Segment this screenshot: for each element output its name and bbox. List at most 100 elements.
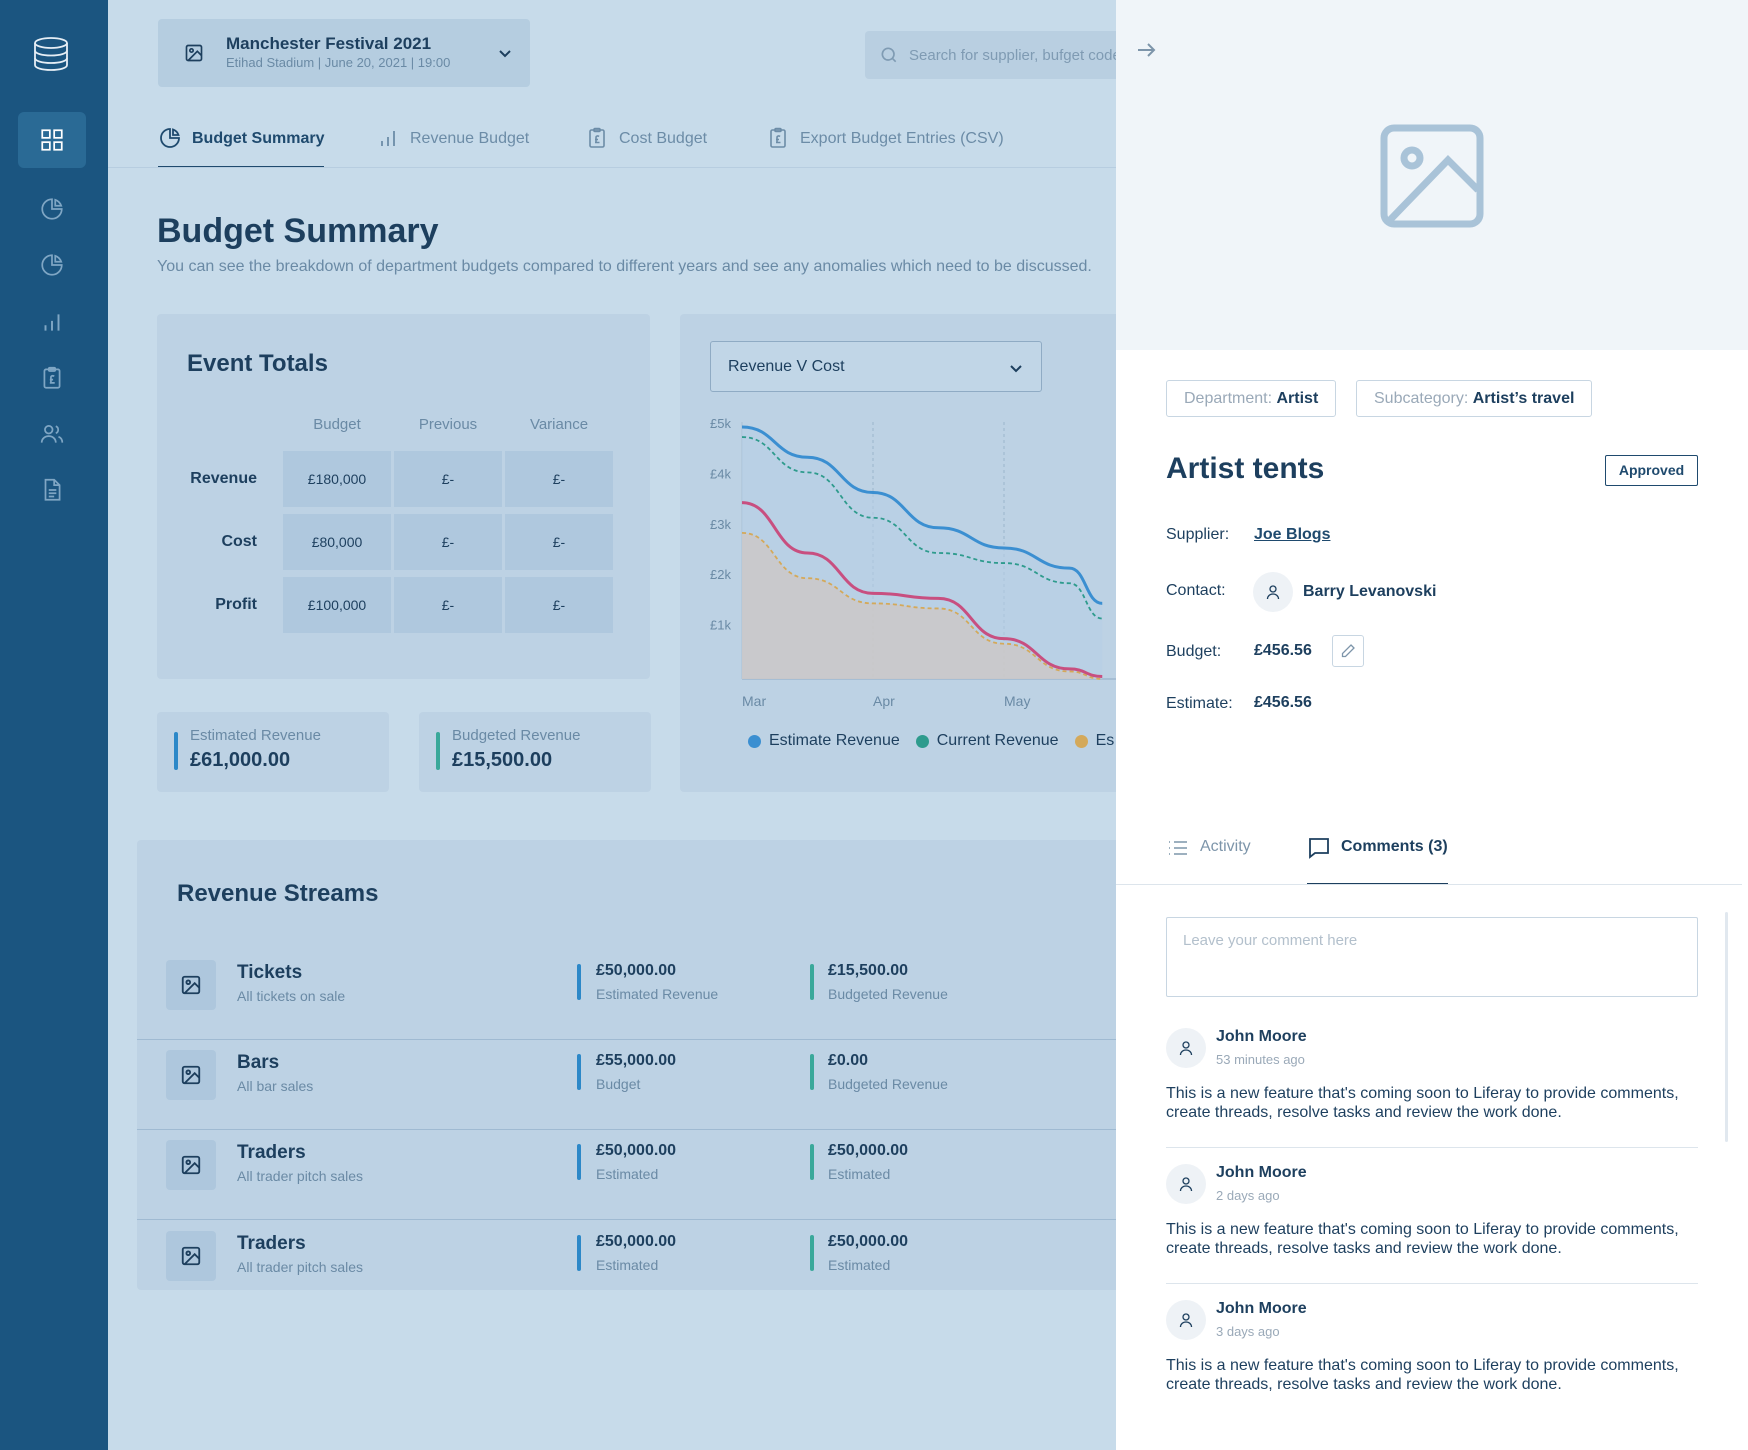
contact-name: Barry Levanovski	[1303, 583, 1437, 600]
sidebar-item-users[interactable]	[18, 406, 86, 462]
database-icon[interactable]	[32, 36, 70, 72]
tab-budget-summary[interactable]: Budget Summary	[158, 128, 325, 168]
y-tick-label: £1k	[710, 618, 731, 633]
legend-item: Current Revenue	[915, 732, 1059, 750]
search-icon	[881, 47, 897, 63]
metric-value: £50,000.00	[828, 1142, 909, 1159]
tab-label: Cost Budget	[619, 130, 708, 147]
legend-dot	[1074, 734, 1088, 748]
stream-description: All tickets on sale	[237, 988, 346, 1004]
user-icon	[1179, 1041, 1193, 1056]
department-chip[interactable]: Department: Artist	[1166, 380, 1337, 417]
comment-text: This is a new feature that's coming soon…	[1166, 1085, 1679, 1121]
image-icon	[181, 1246, 201, 1266]
comment-time: 53 minutes ago	[1216, 1052, 1305, 1067]
metric-label: Estimated	[596, 1257, 659, 1273]
user-icon	[1179, 1177, 1193, 1192]
metric-label: Estimated	[828, 1166, 891, 1182]
x-tick-label: May	[1004, 693, 1030, 709]
user-icon	[1179, 1313, 1193, 1328]
totals-cell: £-	[394, 451, 502, 507]
avatar	[1166, 1300, 1206, 1340]
stream-name: Traders	[237, 1233, 306, 1254]
sidebar-item-dashboard[interactable]	[18, 112, 86, 168]
search-box	[865, 31, 1116, 79]
list-icon	[1169, 841, 1187, 855]
stream-description: All trader pitch sales	[237, 1168, 364, 1184]
chart-type-select[interactable]: Revenue V Cost	[710, 341, 1042, 392]
stream-row[interactable]: Bars All bar sales £55,000.00 Budget £0.00 Bu…	[137, 1040, 1116, 1130]
y-tick-label: £3k	[710, 517, 731, 532]
event-totals-card: Event Totals Budget Previous Variance Re…	[157, 314, 650, 679]
legend-dot	[915, 734, 929, 748]
scrollbar[interactable]	[1725, 912, 1728, 1142]
edit-budget-button[interactable]	[1332, 635, 1364, 667]
supplier-link[interactable]: Joe Blogs	[1254, 526, 1330, 544]
sidebar-item-revenue[interactable]	[18, 294, 86, 350]
y-tick-label: £5k	[710, 416, 731, 431]
comment-time: 3 days ago	[1216, 1324, 1280, 1339]
sidebar-item-reports[interactable]	[18, 237, 86, 293]
sidebar-item-documents[interactable]	[18, 462, 86, 518]
metric-bar	[577, 1054, 581, 1090]
metric-bar	[810, 1144, 814, 1180]
column-header: Variance	[529, 416, 589, 433]
metric-bar	[577, 964, 581, 1000]
tab-label: Export Budget Entries (CSV)	[800, 130, 1004, 147]
metric-value: £50,000.00	[596, 1233, 677, 1250]
totals-cell: £100,000	[283, 577, 391, 633]
event-selector[interactable]: Manchester Festival 2021 Etihad Stadium …	[158, 19, 530, 87]
metric-bar	[577, 1144, 581, 1180]
metric-value: £15,500.00	[828, 962, 909, 979]
comment-time: 2 days ago	[1216, 1188, 1280, 1203]
pie-chart-icon	[160, 128, 180, 148]
clipboard-pound-icon	[589, 127, 605, 148]
search-input[interactable]	[909, 31, 1116, 79]
comment-item: John Moore 3 days ago This is a new featur…	[1166, 1300, 1698, 1420]
main-content: Manchester Festival 2021 Etihad Stadium …	[108, 0, 1116, 1450]
metric-bar	[810, 964, 814, 1000]
avatar	[1166, 1164, 1206, 1204]
metric-bar	[577, 1235, 581, 1271]
stream-description: All trader pitch sales	[237, 1259, 364, 1275]
row-header: Revenue	[190, 470, 257, 487]
sidebar-item-costs[interactable]	[18, 350, 86, 406]
tab-label: Budget Summary	[192, 130, 325, 147]
kpi-label: Estimated Revenue	[190, 727, 321, 744]
kpi-label: Budgeted Revenue	[452, 727, 581, 744]
totals-cell: £-	[394, 577, 502, 633]
stream-thumbnail	[166, 1140, 216, 1190]
metric-bar	[810, 1054, 814, 1090]
chart-card: Mar Apr May £5k £4k £3k £2k £1k Revenue V Cost …	[680, 314, 1116, 792]
tab-revenue-budget[interactable]: Revenue Budget	[376, 130, 529, 168]
tab-cost-budget[interactable]: Cost Budget	[585, 127, 708, 168]
divider	[108, 167, 1116, 168]
panel-hero	[1116, 0, 1748, 350]
tab-comments[interactable]: Comments (3)	[1307, 838, 1448, 885]
chip-value: Artist’s travel	[1472, 390, 1575, 407]
sidebar-item-summary[interactable]	[18, 181, 86, 237]
divider	[1116, 884, 1742, 885]
stream-row[interactable]: Traders All trader pitch sales £50,000.00 E…	[137, 1130, 1116, 1220]
metric-value: £50,000.00	[828, 1233, 909, 1250]
stream-row[interactable]: Tickets All tickets on sale £50,000.00 Esti…	[137, 950, 1116, 1040]
chart-legend: Estimate Revenue Current Revenue Es	[748, 732, 1114, 750]
event-subtitle: Etihad Stadium | June 20, 2021 | 19:00	[226, 55, 451, 70]
x-tick-label: Mar	[742, 693, 766, 709]
kpi-estimated-revenue: Estimated Revenue £61,000.00	[157, 712, 389, 792]
tab-bar: Budget Summary Revenue Budget Cost Budge…	[108, 98, 1116, 168]
chevron-down-icon	[499, 50, 511, 58]
metric-value: £0.00	[828, 1052, 869, 1069]
tab-activity[interactable]: Activity	[1166, 838, 1251, 885]
tab-label: Revenue Budget	[410, 130, 530, 147]
tab-export-csv[interactable]: Export Budget Entries (CSV)	[766, 127, 1004, 168]
totals-cell: £-	[505, 577, 613, 633]
column-header: Previous	[418, 416, 478, 433]
bar-chart-icon	[381, 131, 395, 146]
chip-key: Department:	[1184, 390, 1273, 407]
subcategory-chip[interactable]: Subcategory: Artist’s travel	[1356, 380, 1593, 417]
metric-label: Budgeted Revenue	[828, 1076, 948, 1092]
arrow-right-icon[interactable]	[1134, 38, 1158, 62]
comment-input[interactable]	[1166, 917, 1698, 997]
stream-row[interactable]: Traders All trader pitch sales £50,000.00 E…	[137, 1221, 1116, 1311]
